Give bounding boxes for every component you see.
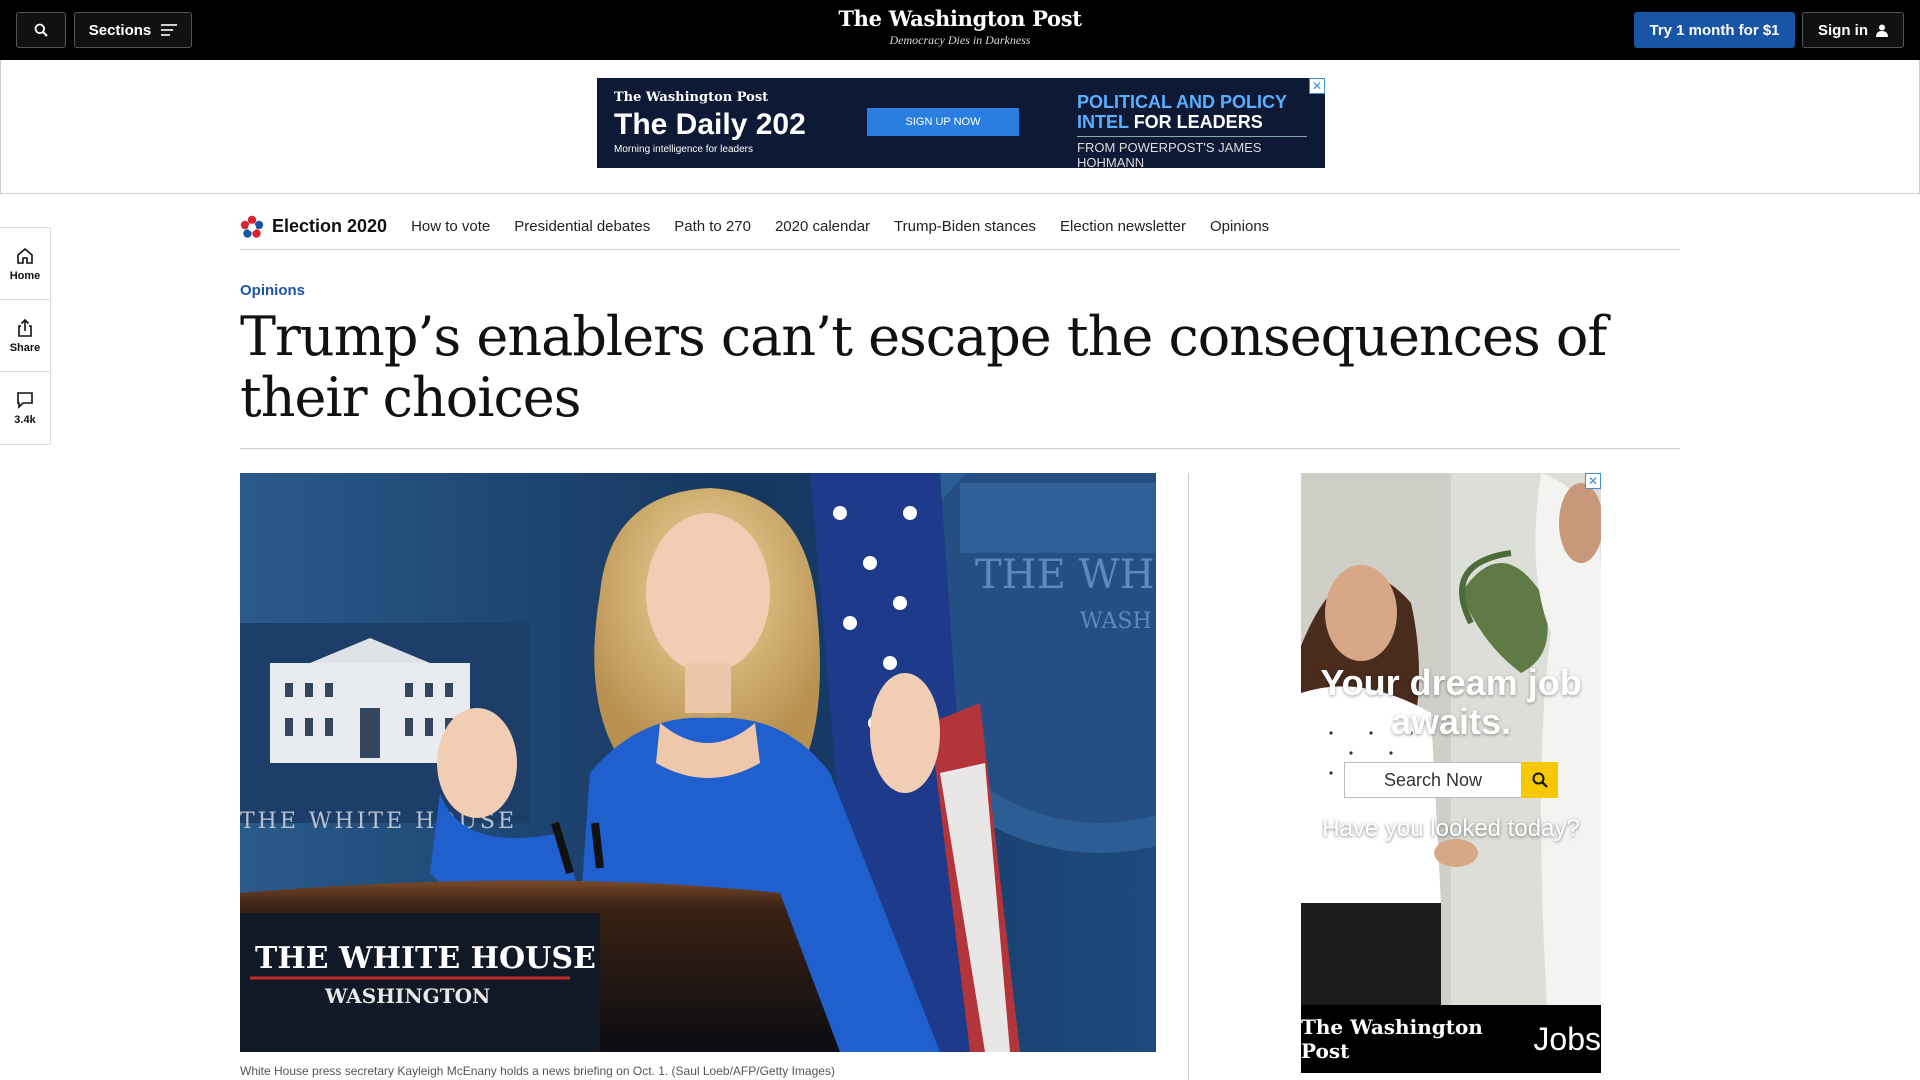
top-navigation-bar: Sections The Washington Post Democracy D… — [0, 0, 1920, 60]
seal-subtext: WASH — [1080, 609, 1152, 634]
search-button[interactable] — [16, 12, 66, 48]
ad-title: The Daily 202 — [614, 108, 806, 141]
masthead-logo-link[interactable]: The Washington Post Democracy Dies in Da… — [760, 6, 1160, 48]
jobs-ad-footer: The Washington Post Jobs — [1301, 1005, 1601, 1073]
seal-text: THE WH — [975, 552, 1154, 598]
jobs-ad-headline: Your dream job awaits. — [1320, 662, 1582, 742]
photo-caption: White House press secretary Kayleigh McE… — [240, 1064, 835, 1078]
sign-in-button[interactable]: Sign in — [1802, 12, 1904, 48]
election-2020-nav: Election 2020 How to vote Presidential d… — [240, 204, 1680, 250]
jobs-search-input[interactable]: Search Now — [1344, 762, 1522, 798]
jobs-ad-question: Have you looked today? — [1322, 815, 1580, 842]
section-kicker[interactable]: Opinions — [240, 282, 305, 299]
ad-headline: POLITICAL AND POLICY INTEL FOR LEADERS — [1077, 92, 1325, 132]
ad-brand: The Washington Post — [614, 90, 769, 105]
jobs-ad-product: Jobs — [1533, 1020, 1601, 1057]
jobs-ad-brand: The Washington Post — [1301, 1015, 1483, 1063]
ad-divider — [1077, 136, 1307, 137]
election-2020-label: Election 2020 — [272, 216, 388, 236]
menu-icon — [161, 24, 178, 36]
nav-election-newsletter[interactable]: Election newsletter — [1060, 218, 1186, 235]
site-logo: The Washington Post — [838, 6, 1082, 31]
share-label: Share — [9, 341, 41, 354]
election-star-icon — [240, 215, 264, 238]
nav-path-to-270[interactable]: Path to 270 — [674, 218, 751, 235]
comment-icon — [17, 392, 33, 409]
column-divider — [1188, 473, 1189, 1080]
ad-headline-white: FOR LEADERS — [1133, 112, 1263, 132]
share-button[interactable]: Share — [0, 300, 50, 372]
nav-2020-calendar[interactable]: 2020 calendar — [775, 218, 870, 235]
home-icon — [17, 247, 33, 264]
ad-signup-button[interactable]: SIGN UP NOW — [867, 108, 1019, 136]
nav-trump-biden-stances[interactable]: Trump-Biden stances — [894, 218, 1036, 235]
nav-presidential-debates[interactable]: Presidential debates — [514, 218, 650, 235]
subscribe-button[interactable]: Try 1 month for $1 — [1634, 12, 1795, 48]
jobs-ad[interactable]: Your dream job awaits. Search Now Have y… — [1301, 473, 1601, 1073]
close-icon[interactable]: ✕ — [1309, 78, 1325, 94]
lead-photo[interactable]: THE WH WASH THE WHITE HOUSE THE WHITE HO — [240, 473, 1156, 1052]
search-icon — [34, 23, 48, 37]
jobs-search-button[interactable] — [1522, 762, 1558, 798]
daily-202-ad[interactable]: The Washington Post The Daily 202 Mornin… — [597, 78, 1325, 168]
comments-button[interactable]: 3.4k — [0, 372, 50, 444]
left-action-rail: Home Share 3.4k — [0, 227, 51, 445]
podium-text: THE WHITE HOUSE — [255, 941, 596, 976]
ad-footer: FROM POWERPOST'S JAMES HOHMANN — [1077, 140, 1262, 168]
nav-how-to-vote[interactable]: How to vote — [411, 218, 490, 235]
press-briefing-photo: THE WH WASH THE WHITE HOUSE THE WHITE HO — [240, 473, 1156, 1052]
podium-subtext: WASHINGTON — [324, 984, 490, 1008]
comments-count: 3.4k — [14, 414, 36, 426]
site-tagline: Democracy Dies in Darkness — [889, 33, 1031, 47]
user-icon — [1876, 24, 1888, 37]
search-icon — [1532, 772, 1548, 788]
share-icon — [18, 318, 32, 337]
home-label: Home — [9, 269, 41, 282]
headline-divider — [240, 448, 1680, 449]
election-2020-brand[interactable]: Election 2020 — [240, 215, 387, 239]
article-headline: Trump’s enablers can’t escape the conseq… — [240, 305, 1607, 429]
nav-opinions[interactable]: Opinions — [1210, 218, 1269, 235]
sign-in-label: Sign in — [1818, 21, 1868, 39]
sections-button[interactable]: Sections — [74, 12, 192, 48]
top-ad-slot: The Washington Post The Daily 202 Mornin… — [0, 60, 1920, 194]
close-icon[interactable]: ✕ — [1585, 473, 1601, 489]
ad-subtitle: Morning intelligence for leaders — [614, 144, 753, 155]
home-button[interactable]: Home — [0, 228, 50, 300]
sections-label: Sections — [88, 21, 152, 39]
